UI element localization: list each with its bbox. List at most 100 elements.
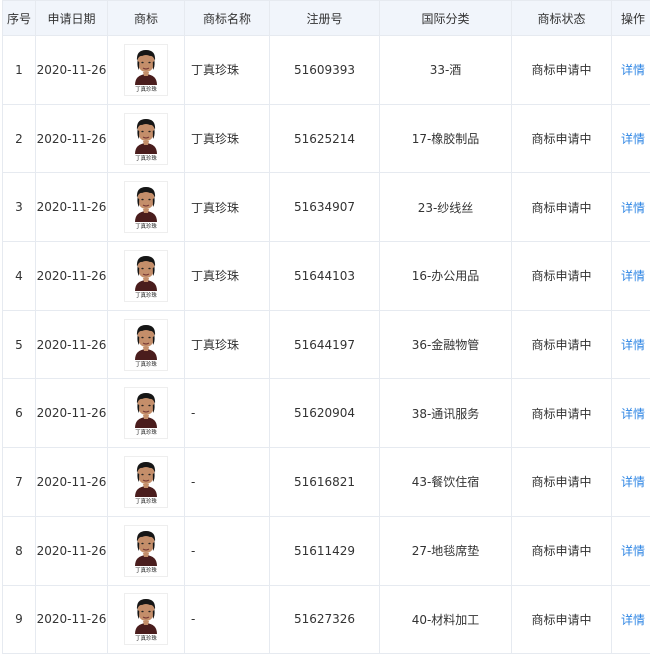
row-status: 商标申请中 [512, 516, 612, 585]
row-logo-cell: 丁真珍珠 [108, 242, 185, 311]
row-date: 2020-11-26 [36, 585, 108, 654]
row-index: 1 [3, 36, 36, 105]
trademark-logo-text: 丁真珍珠 [135, 86, 157, 92]
row-action-cell: 详情 [612, 379, 650, 448]
row-action-cell: 详情 [612, 516, 650, 585]
row-status: 商标申请中 [512, 585, 612, 654]
row-name: 丁真珍珠 [185, 310, 270, 379]
details-link[interactable]: 详情 [621, 132, 645, 146]
trademark-portrait-image [131, 594, 161, 634]
row-date: 2020-11-26 [36, 448, 108, 517]
row-name: - [185, 516, 270, 585]
row-date: 2020-11-26 [36, 379, 108, 448]
row-logo-cell: 丁真珍珠 [108, 36, 185, 105]
table-row: 6 2020-11-26 丁真珍珠 [3, 379, 650, 448]
row-action-cell: 详情 [612, 310, 650, 379]
table-header-row: 序号 申请日期 商标 商标名称 注册号 国际分类 商标状态 操作 [3, 1, 650, 36]
row-index: 7 [3, 448, 36, 517]
row-index: 6 [3, 379, 36, 448]
trademark-portrait-image [131, 182, 161, 222]
row-date: 2020-11-26 [36, 516, 108, 585]
trademark-logo-text: 丁真珍珠 [135, 224, 157, 230]
row-class: 33-酒 [380, 36, 512, 105]
column-header-logo: 商标 [108, 1, 185, 36]
row-date: 2020-11-26 [36, 310, 108, 379]
table-row: 5 2020-11-26 丁真珍珠 [3, 310, 650, 379]
row-status: 商标申请中 [512, 242, 612, 311]
trademark-logo-text: 丁真珍珠 [135, 636, 157, 642]
trademark-logo[interactable]: 丁真珍珠 [124, 525, 168, 577]
trademark-table: 序号 申请日期 商标 商标名称 注册号 国际分类 商标状态 操作 1 2020-… [2, 0, 650, 654]
column-header-class: 国际分类 [380, 1, 512, 36]
row-reg-no: 51644197 [270, 310, 380, 379]
row-action-cell: 详情 [612, 242, 650, 311]
table-row: 2 2020-11-26 丁真珍珠 [3, 104, 650, 173]
row-reg-no: 51634907 [270, 173, 380, 242]
row-date: 2020-11-26 [36, 173, 108, 242]
trademark-logo-text: 丁真珍珠 [135, 498, 157, 504]
row-action-cell: 详情 [612, 104, 650, 173]
row-status: 商标申请中 [512, 104, 612, 173]
trademark-logo[interactable]: 丁真珍珠 [124, 44, 168, 96]
row-class: 27-地毯席垫 [380, 516, 512, 585]
details-link[interactable]: 详情 [621, 63, 645, 77]
row-status: 商标申请中 [512, 173, 612, 242]
row-reg-no: 51616821 [270, 448, 380, 517]
row-class: 40-材料加工 [380, 585, 512, 654]
column-header-index: 序号 [3, 1, 36, 36]
trademark-logo-text: 丁真珍珠 [135, 292, 157, 298]
trademark-logo-text: 丁真珍珠 [135, 567, 157, 573]
row-index: 5 [3, 310, 36, 379]
row-reg-no: 51609393 [270, 36, 380, 105]
details-link[interactable]: 详情 [621, 407, 645, 421]
row-logo-cell: 丁真珍珠 [108, 310, 185, 379]
column-header-name: 商标名称 [185, 1, 270, 36]
row-logo-cell: 丁真珍珠 [108, 448, 185, 517]
row-logo-cell: 丁真珍珠 [108, 104, 185, 173]
trademark-logo-text: 丁真珍珠 [135, 430, 157, 436]
details-link[interactable]: 详情 [621, 269, 645, 283]
trademark-logo[interactable]: 丁真珍珠 [124, 181, 168, 233]
row-logo-cell: 丁真珍珠 [108, 585, 185, 654]
trademark-portrait-image [131, 320, 161, 360]
row-name: 丁真珍珠 [185, 104, 270, 173]
row-date: 2020-11-26 [36, 242, 108, 311]
trademark-logo[interactable]: 丁真珍珠 [124, 113, 168, 165]
row-action-cell: 详情 [612, 585, 650, 654]
trademark-logo[interactable]: 丁真珍珠 [124, 456, 168, 508]
row-action-cell: 详情 [612, 173, 650, 242]
trademark-logo[interactable]: 丁真珍珠 [124, 319, 168, 371]
row-logo-cell: 丁真珍珠 [108, 173, 185, 242]
row-name: - [185, 379, 270, 448]
row-action-cell: 详情 [612, 36, 650, 105]
row-status: 商标申请中 [512, 379, 612, 448]
row-name: 丁真珍珠 [185, 36, 270, 105]
row-name: - [185, 585, 270, 654]
trademark-portrait-image [131, 457, 161, 497]
column-header-reg-no: 注册号 [270, 1, 380, 36]
trademark-portrait-image [131, 526, 161, 566]
row-class: 17-橡胶制品 [380, 104, 512, 173]
details-link[interactable]: 详情 [621, 544, 645, 558]
row-index: 8 [3, 516, 36, 585]
row-name: 丁真珍珠 [185, 173, 270, 242]
row-class: 36-金融物管 [380, 310, 512, 379]
row-reg-no: 51627326 [270, 585, 380, 654]
row-action-cell: 详情 [612, 448, 650, 517]
trademark-logo[interactable]: 丁真珍珠 [124, 593, 168, 645]
row-date: 2020-11-26 [36, 36, 108, 105]
trademark-logo[interactable]: 丁真珍珠 [124, 250, 168, 302]
details-link[interactable]: 详情 [621, 475, 645, 489]
details-link[interactable]: 详情 [621, 613, 645, 627]
column-header-status: 商标状态 [512, 1, 612, 36]
row-class: 43-餐饮住宿 [380, 448, 512, 517]
trademark-portrait-image [131, 45, 161, 85]
column-header-action: 操作 [612, 1, 650, 36]
details-link[interactable]: 详情 [621, 201, 645, 215]
trademark-logo[interactable]: 丁真珍珠 [124, 387, 168, 439]
trademark-portrait-image [131, 388, 161, 428]
row-reg-no: 51620904 [270, 379, 380, 448]
table-row: 7 2020-11-26 丁真珍珠 [3, 448, 650, 517]
row-status: 商标申请中 [512, 448, 612, 517]
details-link[interactable]: 详情 [621, 338, 645, 352]
